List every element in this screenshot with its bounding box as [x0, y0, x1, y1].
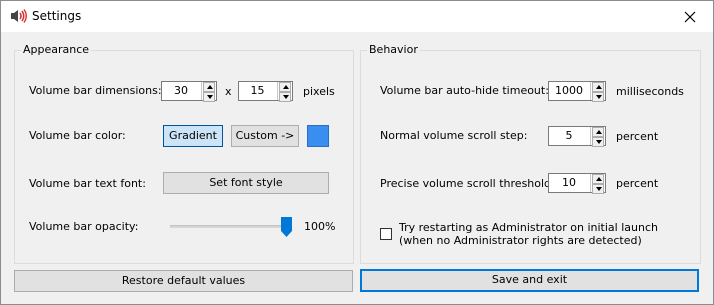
admin-restart-checkbox[interactable]: [380, 228, 392, 240]
window-title: Settings: [32, 9, 82, 23]
set-font-style-button[interactable]: Set font style: [163, 172, 329, 194]
opacity-slider-thumb[interactable]: [281, 217, 292, 237]
height-value[interactable]: 15: [239, 82, 276, 100]
opacity-value: 100%: [304, 220, 336, 233]
autohide-spinbox[interactable]: 1000: [548, 81, 606, 102]
gradient-button[interactable]: Gradient: [163, 125, 223, 147]
autohide-down-arrow[interactable]: [592, 92, 604, 102]
admin-restart-label-line2[interactable]: (when no Administrator rights are detect…: [399, 234, 642, 247]
scroll-step-value[interactable]: 5: [549, 127, 589, 145]
restore-defaults-button[interactable]: Restore default values: [14, 270, 353, 292]
appearance-group-label: Appearance: [21, 43, 92, 56]
opacity-slider-track[interactable]: [170, 225, 292, 228]
custom-color-button[interactable]: Custom ->: [231, 125, 299, 147]
close-button[interactable]: [667, 1, 713, 32]
scroll-step-spinbox[interactable]: 5: [548, 126, 606, 147]
width-value[interactable]: 30: [162, 82, 200, 100]
dimensions-label: Volume bar dimensions:: [29, 84, 162, 97]
height-up-arrow[interactable]: [279, 82, 291, 92]
autohide-unit: milliseconds: [616, 85, 684, 98]
close-icon[interactable]: [684, 11, 696, 23]
admin-restart-label-line1[interactable]: Try restarting as Administrator on initi…: [399, 221, 658, 234]
autohide-up-arrow[interactable]: [592, 82, 604, 92]
color-swatch[interactable]: [307, 125, 329, 147]
width-up-arrow[interactable]: [203, 82, 215, 92]
width-down-arrow[interactable]: [203, 92, 215, 102]
settings-window: Settings Appearance Volume bar dimension…: [0, 0, 714, 305]
color-label: Volume bar color:: [29, 129, 126, 142]
width-spinbox[interactable]: 30: [161, 81, 217, 102]
height-spinbox[interactable]: 15: [238, 81, 293, 102]
behavior-group-label: Behavior: [367, 43, 420, 56]
opacity-label: Volume bar opacity:: [29, 220, 139, 233]
scroll-step-unit: percent: [616, 130, 659, 143]
font-label: Volume bar text font:: [29, 177, 146, 190]
times-symbol: x: [225, 85, 232, 98]
scroll-step-up-arrow[interactable]: [592, 127, 604, 137]
title-bar: Settings: [1, 1, 713, 32]
precise-threshold-value[interactable]: 10: [549, 174, 589, 192]
precise-up-arrow[interactable]: [592, 174, 604, 184]
scroll-step-label: Normal volume scroll step:: [380, 129, 528, 142]
speaker-icon: [10, 8, 28, 24]
precise-threshold-spinbox[interactable]: 10: [548, 173, 606, 194]
pixels-unit: pixels: [303, 85, 335, 98]
height-down-arrow[interactable]: [279, 92, 291, 102]
precise-down-arrow[interactable]: [592, 184, 604, 194]
save-and-exit-button[interactable]: Save and exit: [360, 269, 699, 292]
precise-threshold-label: Precise volume scroll threshold:: [380, 177, 555, 190]
autohide-value[interactable]: 1000: [549, 82, 589, 100]
autohide-label: Volume bar auto-hide timeout:: [380, 84, 549, 97]
precise-threshold-unit: percent: [616, 177, 659, 190]
scroll-step-down-arrow[interactable]: [592, 137, 604, 147]
